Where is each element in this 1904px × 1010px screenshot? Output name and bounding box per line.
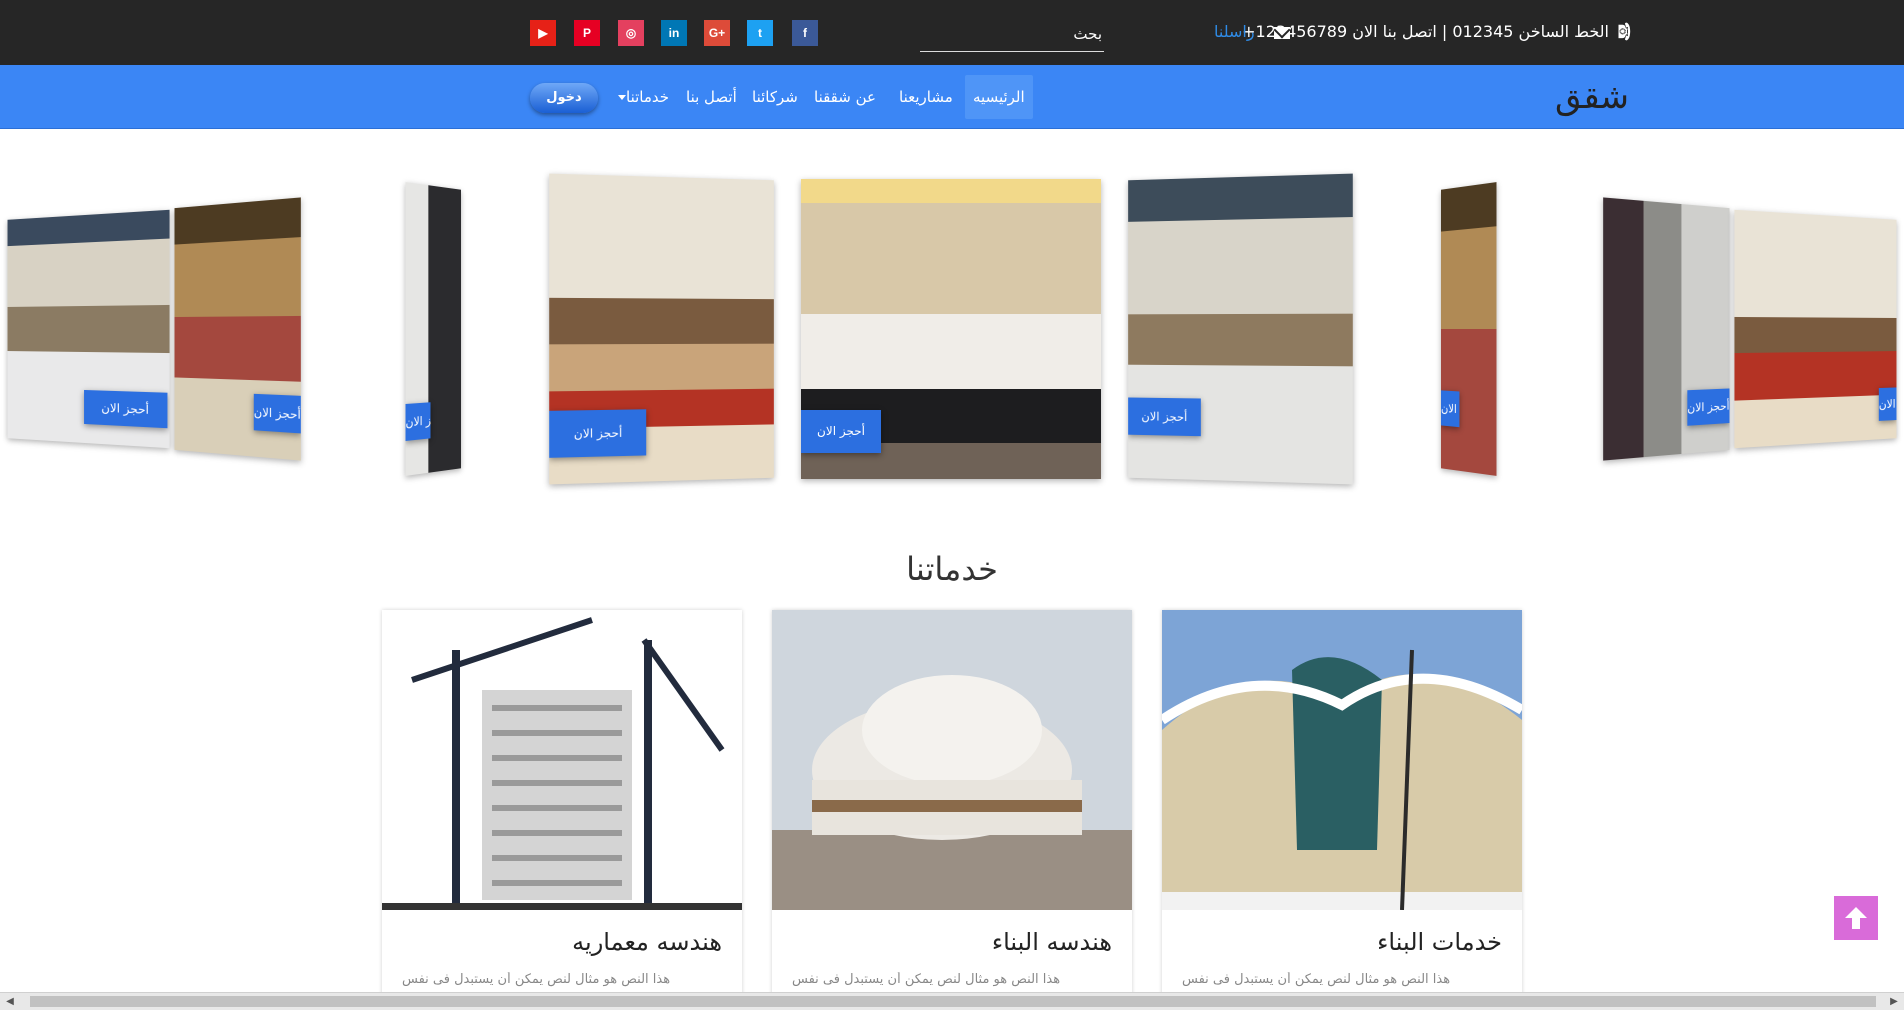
main-navbar: شقق الرئيسيه مشاريعنا عن شققنا شركائنا أ… (0, 65, 1904, 129)
carousel-slide[interactable]: أحجز الان (549, 173, 774, 485)
carousel-slide[interactable]: أحجز الان (1441, 182, 1497, 476)
book-now-button[interactable]: أحجز الان (1128, 397, 1201, 437)
carousel-slide[interactable]: أحجز الان (405, 182, 461, 476)
scroll-right-icon[interactable]: ▶ (1886, 995, 1902, 1009)
service-image (1162, 610, 1522, 910)
carousel-slide[interactable]: أحجز الان (1734, 209, 1897, 449)
arrow-up-icon (1845, 907, 1867, 929)
horizontal-scrollbar[interactable]: ◀ ▶ (0, 992, 1904, 1010)
nav-contact[interactable]: أتصل بنا (686, 88, 737, 106)
nav-services-label: خدماتنا (626, 88, 670, 106)
nav-services-dropdown[interactable]: خدماتنا (616, 88, 669, 106)
service-description: هذا النص هو مثال لنص يمكن أن يستبدل فى ن… (792, 972, 1061, 987)
service-title: خدمات البناء (1377, 928, 1502, 956)
youtube-icon[interactable]: ▶ (530, 20, 556, 46)
contact-link[interactable]: راسلنا (1214, 22, 1290, 41)
carousel-slide[interactable]: أحجز الان (1603, 197, 1730, 461)
caret-down-icon (618, 95, 626, 100)
book-now-button[interactable]: أحجز الان (801, 410, 881, 453)
nav-home[interactable]: الرئيسيه (965, 75, 1033, 119)
carousel-slide[interactable]: أحجز الان (7, 209, 170, 449)
carousel-slide[interactable]: أحجز الان (1128, 173, 1353, 485)
carousel-slide[interactable]: أحجز الان (174, 197, 301, 461)
scroll-left-icon[interactable]: ◀ (2, 995, 18, 1009)
service-card[interactable]: خدمات البناء هذا النص هو مثال لنص يمكن أ… (1162, 610, 1522, 1010)
google-plus-icon[interactable]: G+ (704, 20, 730, 46)
service-image (382, 610, 742, 910)
envelope-icon (1273, 26, 1290, 39)
service-card[interactable]: هندسه معماريه هذا النص هو مثال لنص يمكن … (382, 610, 742, 1010)
twitter-icon[interactable]: t (747, 20, 773, 46)
facebook-icon[interactable]: f (792, 20, 818, 46)
service-title: هندسه البناء (991, 928, 1112, 956)
brand-logo[interactable]: شقق (1555, 77, 1629, 117)
book-now-button[interactable]: أحجز الان (1687, 388, 1730, 426)
contact-label[interactable]: راسلنا (1214, 22, 1255, 41)
book-now-button[interactable]: أحجز الان (549, 409, 647, 458)
nav-partners[interactable]: شركائنا (752, 88, 798, 106)
login-button[interactable]: دخول (530, 83, 598, 113)
service-description: هذا النص هو مثال لنص يمكن أن يستبدل فى ن… (1182, 972, 1451, 987)
book-now-button[interactable]: أحجز الان (84, 389, 168, 429)
nav-projects[interactable]: مشاريعنا (899, 88, 953, 106)
service-title: هندسه معماريه (572, 928, 722, 956)
pinterest-icon[interactable]: P (574, 20, 600, 46)
service-image (772, 610, 1132, 910)
nav-about[interactable]: عن شققنا (814, 88, 876, 106)
scrollbar-thumb[interactable] (30, 996, 1876, 1007)
service-card[interactable]: هندسه البناء هذا النص هو مثال لنص يمكن أ… (772, 610, 1132, 1010)
carousel-slide-active[interactable]: أحجز الان (801, 179, 1101, 479)
hotline: ☎ الخط الساخن 012345 | اتصل بنا الان 123… (1242, 21, 1634, 42)
book-now-button[interactable]: أحجز الان (1441, 390, 1460, 428)
book-now-button[interactable]: أحجز الان (1878, 387, 1897, 421)
service-description: هذا النص هو مثال لنص يمكن أن يستبدل فى ن… (402, 972, 671, 987)
search-input[interactable] (920, 16, 1104, 52)
hotline-text: الخط الساخن 012345 | اتصل بنا الان 12345… (1242, 22, 1609, 41)
instagram-icon[interactable]: ◎ (618, 20, 644, 46)
book-now-button[interactable]: أحجز الان (253, 393, 301, 434)
linkedin-icon[interactable]: in (661, 20, 687, 46)
phone-icon: ☎ (1614, 21, 1634, 42)
top-bar: ☎ الخط الساخن 012345 | اتصل بنا الان 123… (0, 0, 1904, 65)
back-to-top-button[interactable] (1834, 896, 1878, 940)
services-title: خدماتنا (906, 550, 998, 588)
book-now-button[interactable]: أحجز الان (405, 402, 431, 441)
